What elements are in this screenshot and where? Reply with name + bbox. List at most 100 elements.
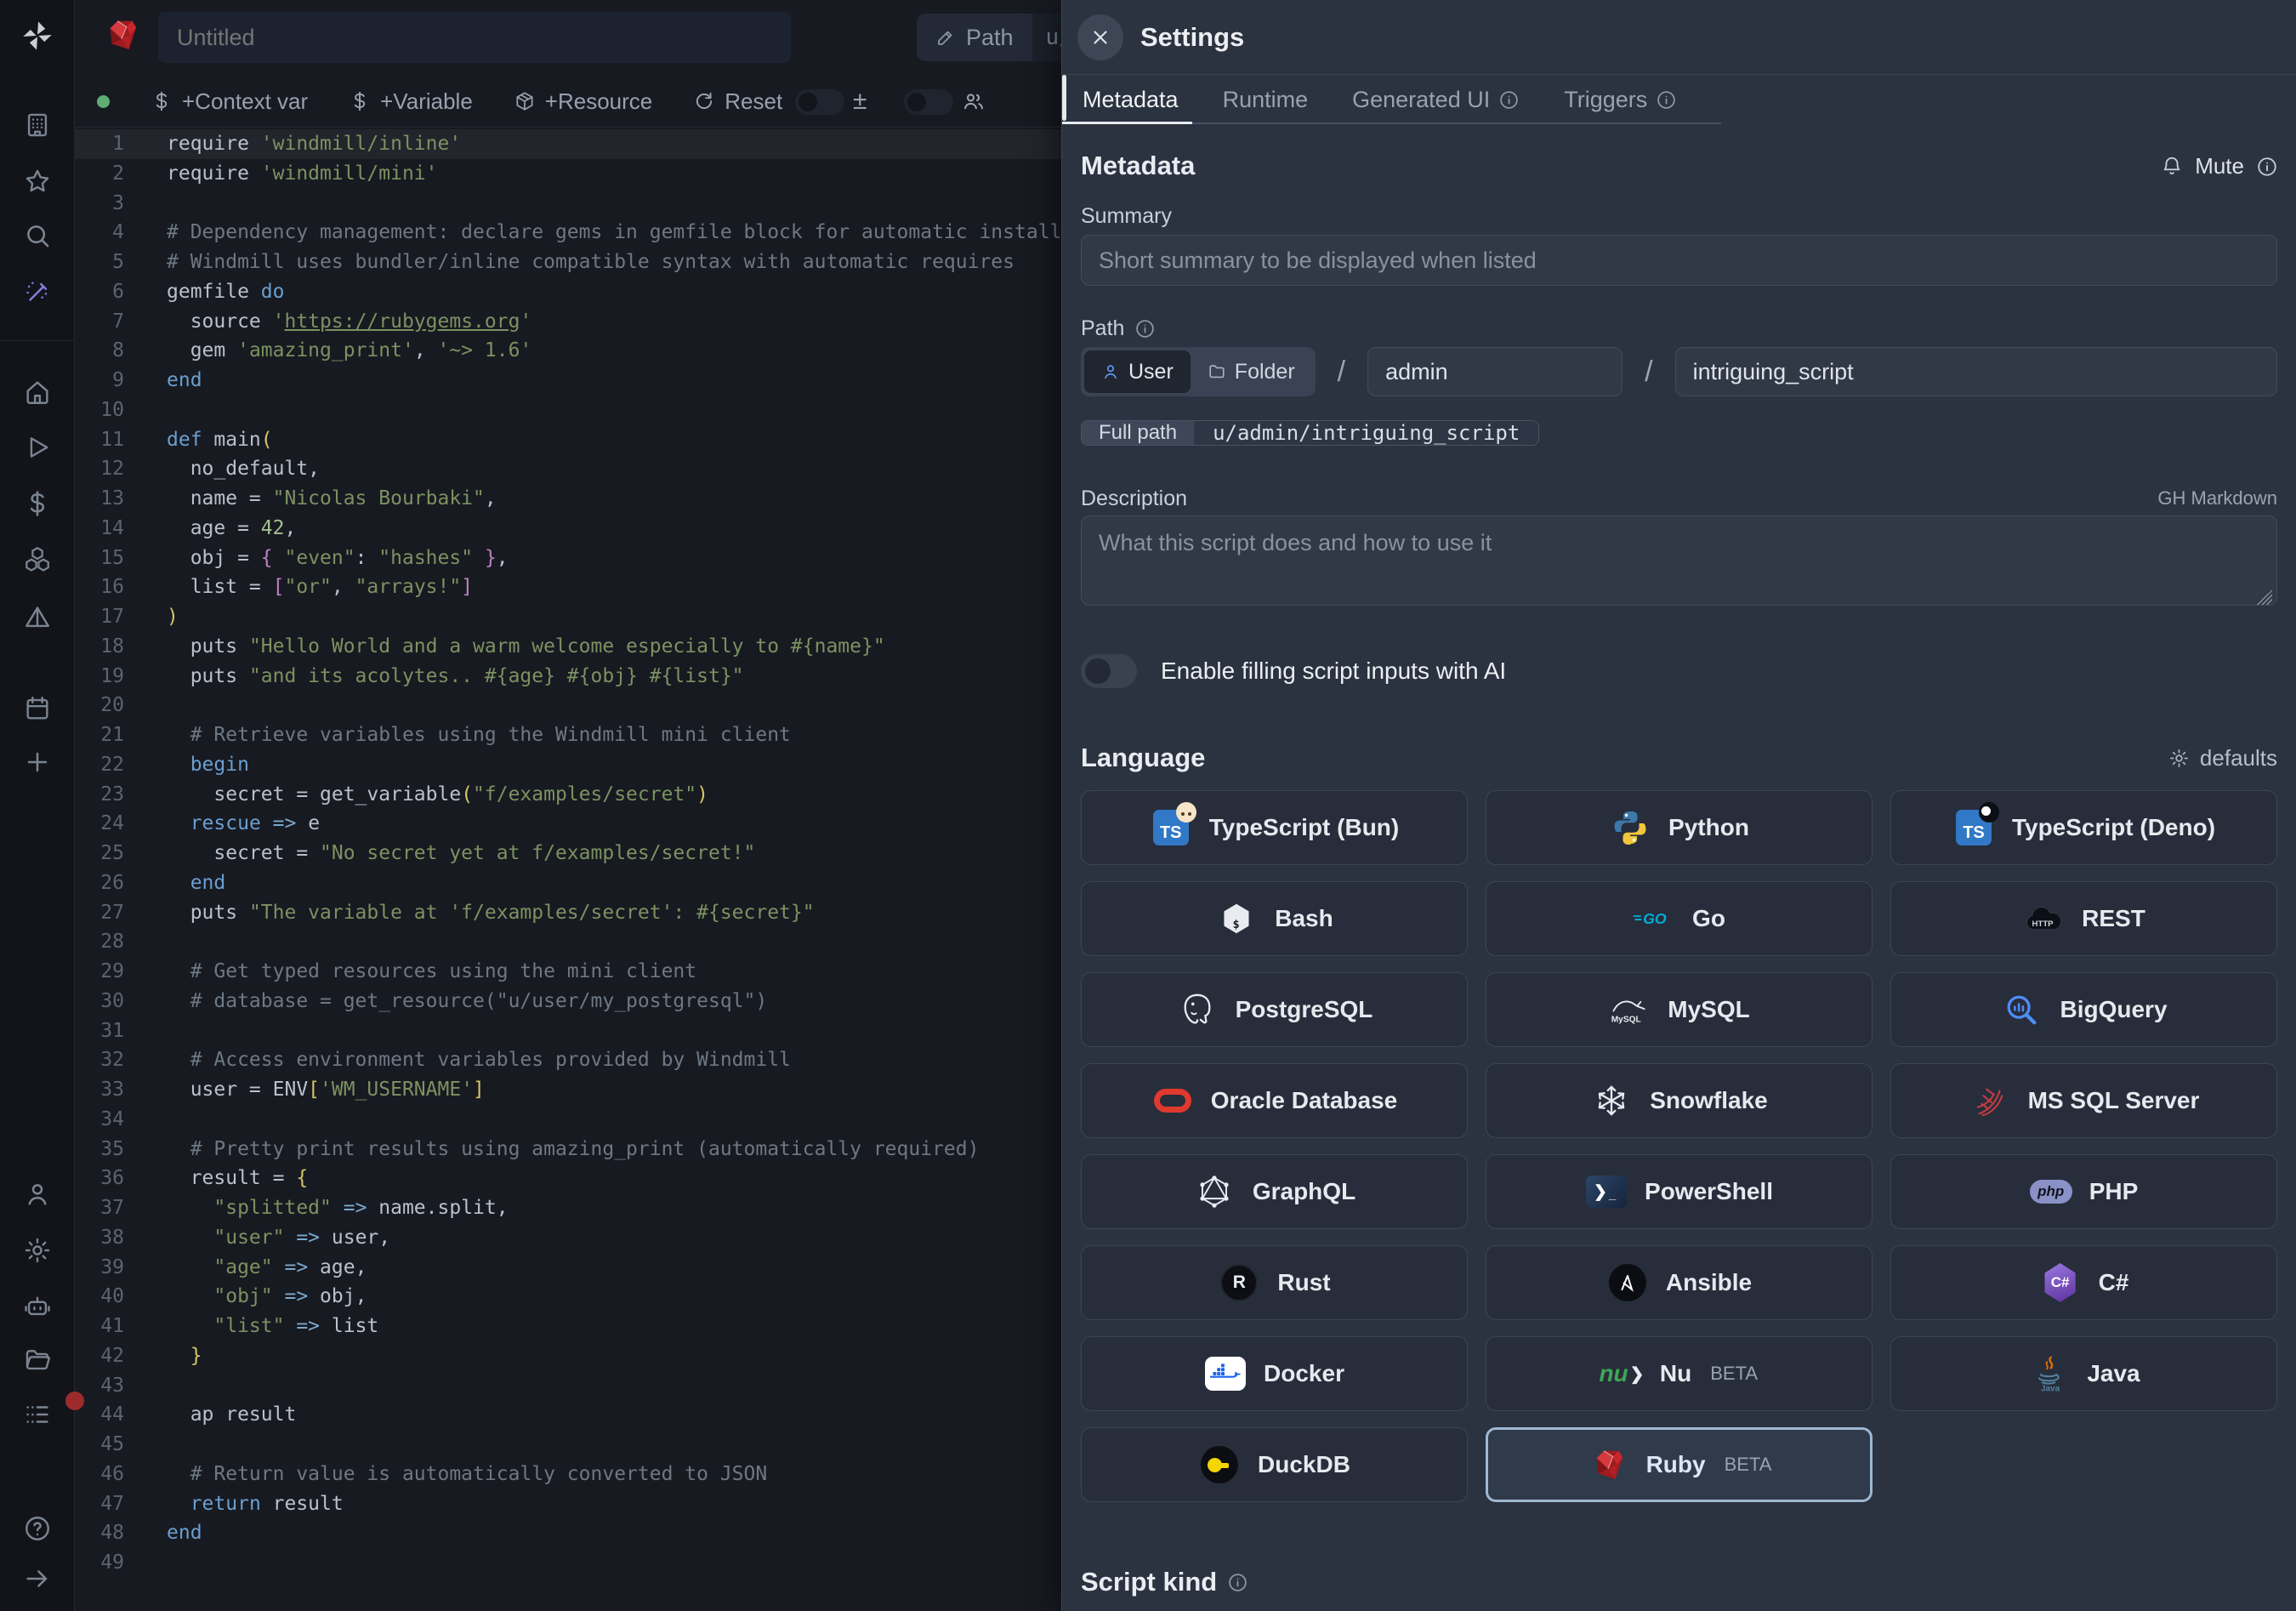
language-card-typescript-deno-[interactable]: TSTypeScript (Deno) xyxy=(1890,790,2277,865)
code-line[interactable]: 31 xyxy=(75,1016,1061,1046)
code-line[interactable]: 40 "obj" => obj, xyxy=(75,1282,1061,1312)
code-line[interactable]: 1require 'windmill/inline' xyxy=(75,129,1061,159)
user-icon[interactable] xyxy=(23,1180,52,1209)
language-card-nu[interactable]: nu❯NuBETA xyxy=(1486,1336,1873,1411)
language-card-ms-sql-server[interactable]: MS SQL Server xyxy=(1890,1063,2277,1138)
language-card-python[interactable]: Python xyxy=(1486,790,1873,865)
code-line[interactable]: 27 puts "The variable at 'f/examples/sec… xyxy=(75,898,1061,928)
code-line[interactable]: 38 "user" => user, xyxy=(75,1223,1061,1253)
calendar-icon[interactable] xyxy=(23,694,52,723)
code-line[interactable]: 19 puts "and its acolytes.. #{age} #{obj… xyxy=(75,662,1061,692)
code-line[interactable]: 23 secret = get_variable("f/examples/sec… xyxy=(75,780,1061,810)
code-line[interactable]: 42 } xyxy=(75,1341,1061,1371)
code-line[interactable]: 22 begin xyxy=(75,750,1061,780)
windmill-logo-icon[interactable] xyxy=(20,19,54,53)
language-card-postgresql[interactable]: PostgreSQL xyxy=(1081,972,1468,1047)
language-card-ansible[interactable]: Ansible xyxy=(1486,1245,1873,1320)
code-line[interactable]: 37 "splitted" => name.split, xyxy=(75,1193,1061,1223)
code-line[interactable]: 3 xyxy=(75,189,1061,219)
code-line[interactable]: 18 puts "Hello World and a warm welcome … xyxy=(75,632,1061,662)
language-card-php[interactable]: phpPHP xyxy=(1890,1154,2277,1229)
language-card-ruby[interactable]: RubyBETA xyxy=(1486,1427,1873,1502)
path-name-input[interactable] xyxy=(1675,347,2277,396)
expand-arrow-right-icon[interactable] xyxy=(23,1564,52,1593)
code-line[interactable]: 26 end xyxy=(75,868,1061,898)
code-line[interactable]: 28 xyxy=(75,927,1061,957)
code-line[interactable]: 15 obj = { "even": "hashes" }, xyxy=(75,544,1061,573)
language-card-graphql[interactable]: GraphQL xyxy=(1081,1154,1468,1229)
code-line[interactable]: 13 name = "Nicolas Bourbaki", xyxy=(75,484,1061,514)
code-line[interactable]: 7 source 'https://rubygems.org' xyxy=(75,307,1061,337)
code-line[interactable]: 46 # Return value is automatically conve… xyxy=(75,1460,1061,1489)
code-line[interactable]: 8 gem 'amazing_print', '~> 1.6' xyxy=(75,336,1061,366)
ai-toggle[interactable] xyxy=(1081,654,1137,688)
resources-cubes-icon[interactable] xyxy=(23,544,52,573)
code-editor[interactable]: 1require 'windmill/inline'2require 'wind… xyxy=(75,129,1061,1611)
code-line[interactable]: 32 # Access environment variables provid… xyxy=(75,1045,1061,1075)
code-line[interactable]: 36 result = { xyxy=(75,1164,1061,1193)
code-line[interactable]: 17) xyxy=(75,602,1061,632)
ai-wand-icon[interactable] xyxy=(23,278,52,307)
code-line[interactable]: 34 xyxy=(75,1105,1061,1135)
code-line[interactable]: 47 return result xyxy=(75,1489,1061,1519)
toolbar-button-reset[interactable]: Reset xyxy=(693,88,782,115)
code-line[interactable]: 49 xyxy=(75,1548,1061,1578)
language-card-bash[interactable]: $Bash xyxy=(1081,881,1468,956)
language-card-typescript-bun-[interactable]: TSTypeScript (Bun) xyxy=(1081,790,1468,865)
code-line[interactable]: 44 ap result xyxy=(75,1400,1061,1430)
owner-kind-folder[interactable]: Folder xyxy=(1191,350,1312,393)
code-line[interactable]: 14 age = 42, xyxy=(75,514,1061,544)
runs-play-icon[interactable] xyxy=(23,433,52,462)
variables-dollar-icon[interactable] xyxy=(23,489,52,518)
search-icon[interactable] xyxy=(23,221,52,250)
code-line[interactable]: 4# Dependency management: declare gems i… xyxy=(75,218,1061,248)
language-card-snowflake[interactable]: Snowflake xyxy=(1486,1063,1873,1138)
code-line[interactable]: 33 user = ENV['WM_USERNAME'] xyxy=(75,1075,1061,1105)
tab-runtime[interactable]: Runtime xyxy=(1223,75,1309,124)
language-card-docker[interactable]: Docker xyxy=(1081,1336,1468,1411)
path-owner-input[interactable] xyxy=(1367,347,1623,396)
code-line[interactable]: 41 "list" => list xyxy=(75,1312,1061,1341)
code-line[interactable]: 16 list = ["or", "arrays!"] xyxy=(75,572,1061,602)
diff-toggle[interactable] xyxy=(795,89,844,115)
close-icon[interactable] xyxy=(1077,14,1123,60)
code-line[interactable]: 45 xyxy=(75,1430,1061,1460)
language-card-c-[interactable]: C#C# xyxy=(1890,1245,2277,1320)
language-card-rust[interactable]: RRust xyxy=(1081,1245,1468,1320)
mute-button[interactable]: Mute xyxy=(2161,153,2277,179)
building-icon[interactable] xyxy=(23,111,52,139)
language-card-go[interactable]: GOGo xyxy=(1486,881,1873,956)
language-card-java[interactable]: JavaJava xyxy=(1890,1336,2277,1411)
favorites-star-icon[interactable] xyxy=(23,167,52,196)
multiplayer-toggle[interactable] xyxy=(904,89,953,115)
code-line[interactable]: 43 xyxy=(75,1371,1061,1401)
code-line[interactable]: 6gemfile do xyxy=(75,277,1061,307)
help-icon[interactable] xyxy=(23,1514,52,1543)
settings-gear-icon[interactable] xyxy=(23,1236,52,1265)
robot-icon[interactable] xyxy=(23,1291,52,1320)
tab-generated-ui[interactable]: Generated UI xyxy=(1352,75,1520,124)
drawer-scrollbar[interactable] xyxy=(1062,75,1066,121)
code-line[interactable]: 35 # Pretty print results using amazing_… xyxy=(75,1135,1061,1164)
tab-triggers[interactable]: Triggers xyxy=(1564,75,1677,124)
code-line[interactable]: 21 # Retrieve variables using the Windmi… xyxy=(75,720,1061,750)
language-card-rest[interactable]: HTTPREST xyxy=(1890,881,2277,956)
code-line[interactable]: 11def main( xyxy=(75,425,1061,455)
folders-icon[interactable] xyxy=(23,1346,52,1375)
script-title-input[interactable] xyxy=(158,12,791,63)
code-line[interactable]: 20 xyxy=(75,691,1061,720)
toolbar-button-contextvar[interactable]: +Context var xyxy=(151,88,308,115)
code-line[interactable]: 29 # Get typed resources using the mini … xyxy=(75,957,1061,987)
language-defaults-button[interactable]: defaults xyxy=(2168,745,2277,771)
code-line[interactable]: 48end xyxy=(75,1518,1061,1548)
tab-metadata[interactable]: Metadata xyxy=(1083,75,1179,124)
language-card-mysql[interactable]: MySQLMySQL xyxy=(1486,972,1873,1047)
code-line[interactable]: 9end xyxy=(75,366,1061,396)
code-line[interactable]: 12 no_default, xyxy=(75,454,1061,484)
code-line[interactable]: 24 rescue => e xyxy=(75,809,1061,839)
description-textarea[interactable] xyxy=(1081,515,2277,606)
owner-kind-user[interactable]: User xyxy=(1084,350,1191,393)
schedules-prism-icon[interactable] xyxy=(23,603,52,632)
code-line[interactable]: 39 "age" => age, xyxy=(75,1253,1061,1283)
code-line[interactable]: 30 # database = get_resource("u/user/my_… xyxy=(75,987,1061,1016)
